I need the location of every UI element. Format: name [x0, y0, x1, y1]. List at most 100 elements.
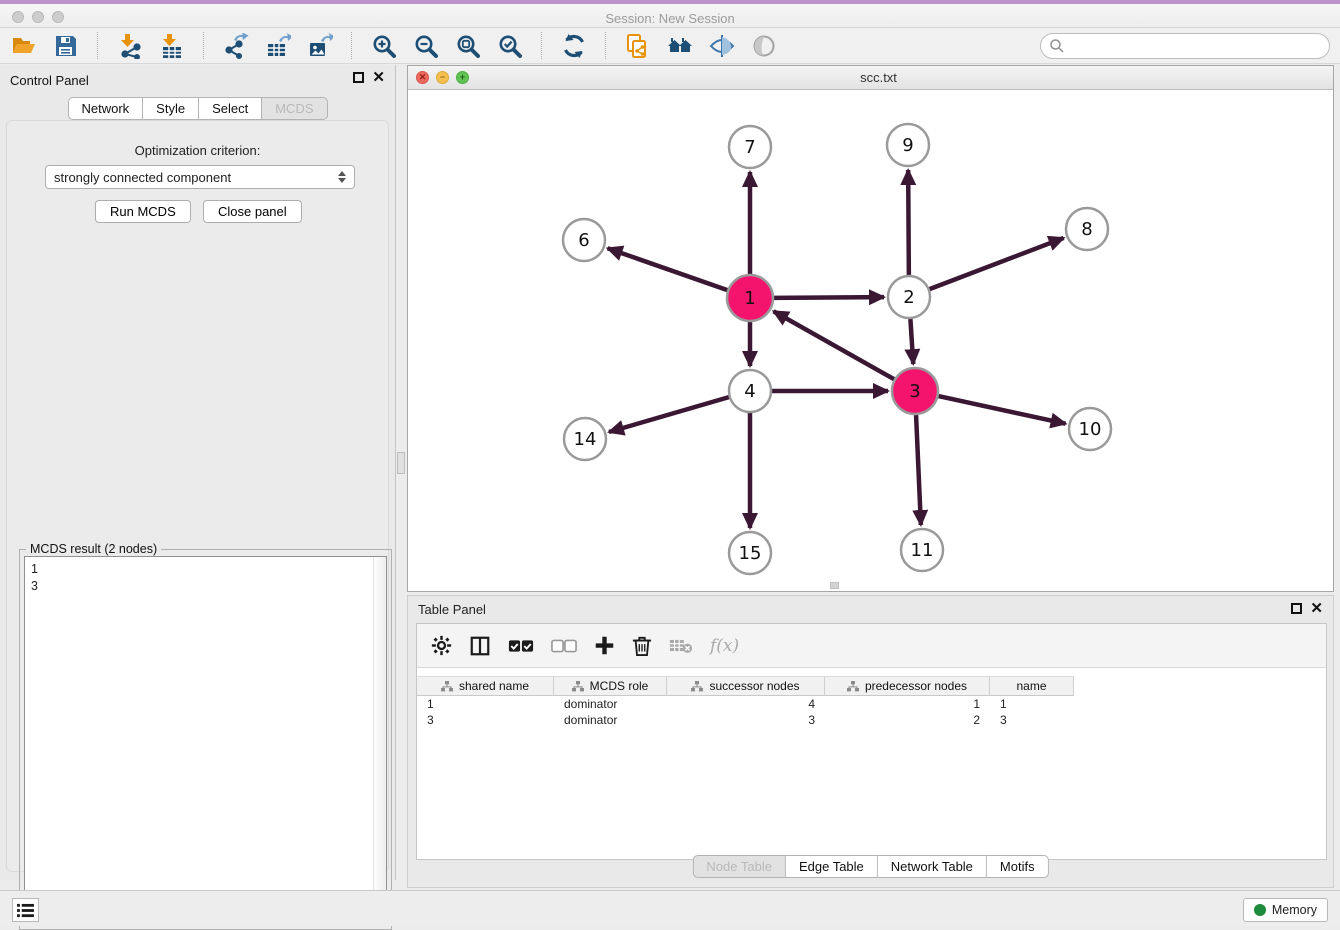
- svg-text:8: 8: [1081, 219, 1092, 240]
- table-cell[interactable]: dominator: [554, 696, 667, 712]
- mcds-tab-content: Optimization criterion: strongly connect…: [6, 120, 389, 872]
- graph-edge-2-3[interactable]: [910, 319, 913, 364]
- svg-text:10: 10: [1079, 419, 1102, 440]
- tab-mcds[interactable]: MCDS: [262, 97, 327, 120]
- mcds-result-title: MCDS result (2 nodes): [26, 542, 161, 556]
- tab-style[interactable]: Style: [143, 97, 199, 120]
- function-builder-icon: f(x): [710, 636, 739, 656]
- table-cell[interactable]: dominator: [554, 712, 667, 728]
- zoom-selected-icon[interactable]: [496, 32, 523, 59]
- graph-node-6[interactable]: 6: [563, 219, 605, 261]
- table-panel-buttons: ✕: [1291, 603, 1323, 614]
- graph-node-4[interactable]: 4: [729, 370, 771, 412]
- zoom-in-icon[interactable]: [370, 32, 397, 59]
- table-cell[interactable]: 3: [667, 712, 825, 728]
- deselect-all-icon[interactable]: [551, 639, 577, 653]
- table-cell[interactable]: 3: [417, 712, 554, 728]
- hide-panel-icon[interactable]: [708, 32, 735, 59]
- table-header-row: shared nameMCDS rolesuccessor nodesprede…: [417, 676, 1326, 696]
- zoom-fit-icon[interactable]: [454, 32, 481, 59]
- graph-edge-3-10[interactable]: [938, 396, 1065, 424]
- graph-edge-1-6[interactable]: [608, 248, 728, 290]
- network-canvas[interactable]: 7 9 6 8 1 2 4 3 14 10 15 11: [408, 90, 1333, 591]
- graph-edge-3-1[interactable]: [774, 311, 895, 379]
- delete-icon[interactable]: [632, 635, 652, 657]
- scrollbar-track[interactable]: [373, 557, 386, 924]
- clone-network-icon[interactable]: [624, 32, 651, 59]
- import-table-icon[interactable]: [158, 32, 185, 59]
- column-header-name[interactable]: name: [990, 676, 1074, 696]
- close-panel-button[interactable]: Close panel: [203, 200, 302, 223]
- toolbar-separator: [605, 32, 606, 59]
- mcds-result-text[interactable]: 13: [24, 556, 387, 925]
- network-window-titlebar[interactable]: ✕ − + scc.txt: [408, 66, 1333, 90]
- float-panel-icon[interactable]: [1291, 603, 1302, 614]
- graph-node-15[interactable]: 15: [729, 532, 771, 574]
- tab-node-table[interactable]: Node Table: [692, 855, 786, 878]
- graph-node-14[interactable]: 14: [564, 418, 606, 460]
- table-cell[interactable]: 1: [417, 696, 554, 712]
- graph-node-8[interactable]: 8: [1066, 208, 1108, 250]
- column-header-successor-nodes[interactable]: successor nodes: [667, 676, 825, 696]
- graph-node-2[interactable]: 2: [888, 276, 930, 318]
- columns-icon[interactable]: [469, 635, 491, 657]
- export-network-icon[interactable]: [222, 32, 249, 59]
- tab-select[interactable]: Select: [199, 97, 262, 120]
- open-file-icon[interactable]: [10, 32, 37, 59]
- export-table-icon[interactable]: [264, 32, 291, 59]
- graph-node-10[interactable]: 10: [1069, 408, 1111, 450]
- optimization-criterion-select[interactable]: strongly connected component: [45, 165, 355, 189]
- graph-node-1[interactable]: 1: [727, 275, 773, 321]
- memory-button[interactable]: Memory: [1243, 898, 1328, 922]
- table-row[interactable]: 3dominator323: [417, 712, 1326, 728]
- open-browser-icon[interactable]: [666, 32, 693, 59]
- node-table-container: f(x) shared nameMCDS rolesuccessor nodes…: [416, 623, 1327, 860]
- float-panel-icon[interactable]: [353, 72, 364, 83]
- graph-edge-1-2[interactable]: [774, 297, 884, 298]
- graph-node-11[interactable]: 11: [901, 529, 943, 571]
- close-panel-icon[interactable]: ✕: [372, 72, 385, 83]
- table-cell[interactable]: 4: [667, 696, 825, 712]
- network-window-title: scc.txt: [416, 70, 1340, 85]
- canvas-hscroll-thumb[interactable]: [830, 582, 839, 589]
- tab-network-table[interactable]: Network Table: [878, 855, 987, 878]
- column-header-shared-name[interactable]: shared name: [417, 676, 554, 696]
- graph-node-9[interactable]: 9: [887, 124, 929, 166]
- table-cell[interactable]: 1: [825, 696, 990, 712]
- search-input[interactable]: [1040, 33, 1330, 59]
- table-cell[interactable]: 2: [825, 712, 990, 728]
- table-cell[interactable]: 1: [990, 696, 1074, 712]
- task-history-button[interactable]: [12, 898, 39, 922]
- control-panel: Control Panel ✕ NetworkStyleSelectMCDS O…: [0, 65, 396, 880]
- graph-edge-2-9[interactable]: [908, 170, 909, 275]
- tab-network[interactable]: Network: [67, 97, 143, 120]
- column-header-MCDS-role[interactable]: MCDS role: [554, 676, 667, 696]
- table-panel: Table Panel ✕: [407, 595, 1334, 888]
- zoom-out-icon[interactable]: [412, 32, 439, 59]
- gear-icon[interactable]: [431, 635, 452, 656]
- column-header-predecessor-nodes[interactable]: predecessor nodes: [825, 676, 990, 696]
- graph-node-7[interactable]: 7: [729, 126, 771, 168]
- graph-edge-4-14[interactable]: [609, 397, 729, 432]
- import-network-icon[interactable]: [116, 32, 143, 59]
- panel-splitter-handle[interactable]: [397, 452, 405, 474]
- graph-edge-2-8[interactable]: [930, 238, 1064, 289]
- svg-text:3: 3: [909, 381, 920, 402]
- save-session-icon[interactable]: [52, 32, 79, 59]
- table-row[interactable]: 1dominator411: [417, 696, 1326, 712]
- graph-node-3[interactable]: 3: [892, 368, 938, 414]
- tab-edge-table[interactable]: Edge Table: [786, 855, 878, 878]
- export-image-icon[interactable]: [306, 32, 333, 59]
- tab-motifs[interactable]: Motifs: [987, 855, 1049, 878]
- apply-layout-icon[interactable]: [560, 32, 587, 59]
- memory-status-icon: [1254, 904, 1266, 916]
- table-cell[interactable]: 3: [990, 712, 1074, 728]
- select-all-icon[interactable]: [508, 639, 534, 653]
- graph-edge-3-11[interactable]: [916, 415, 921, 525]
- run-mcds-button[interactable]: Run MCDS: [95, 200, 191, 223]
- mcds-result-line: 1: [31, 561, 380, 578]
- close-panel-icon[interactable]: ✕: [1310, 603, 1323, 614]
- network-view-window: ✕ − + scc.txt 7 9 6 8 1 2 4 3 14 10 15 11: [407, 65, 1334, 592]
- add-icon[interactable]: [594, 635, 615, 656]
- delete-table-icon: [669, 637, 693, 654]
